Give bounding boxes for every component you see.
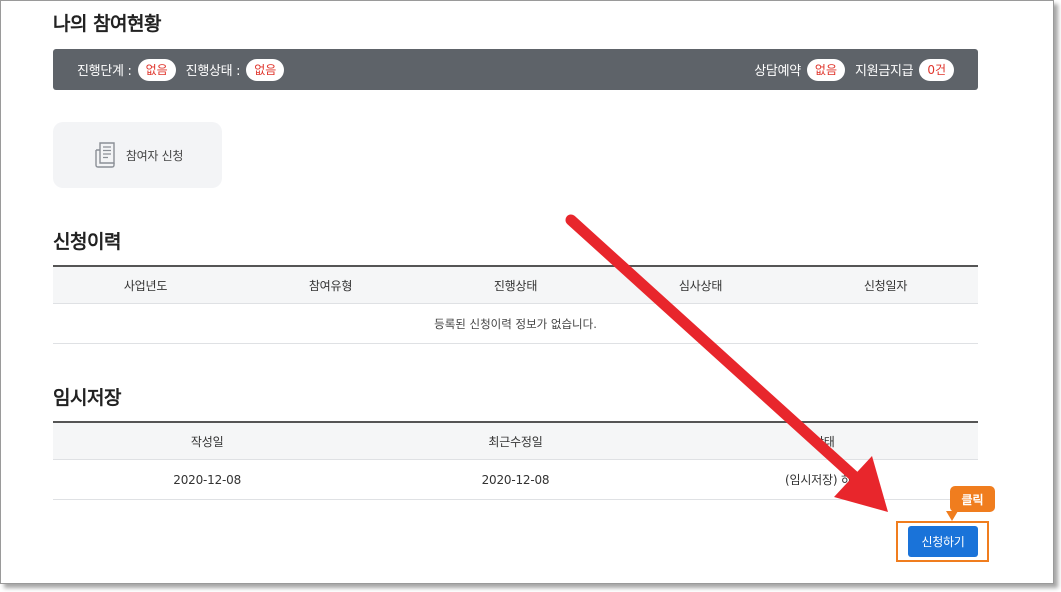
column-header: 참여유형 xyxy=(308,278,353,293)
status-label: 지원금지급 xyxy=(855,64,914,79)
column-header: 작성일 xyxy=(190,434,224,449)
temp-save-title: 임시저장 xyxy=(53,387,121,409)
empty-message: 등록된 신청이력 정보가 없습니다. xyxy=(434,316,597,331)
status-group-right: 상담예약 없음 지원금지급 0건 xyxy=(754,58,954,81)
table-row[interactable]: 2020-12-08 2020-12-08 (임시저장) 하기 xyxy=(53,460,978,500)
status-badge: 없음 xyxy=(246,58,285,81)
click-callout: 클릭 xyxy=(950,486,995,512)
column-header: 최근수정일 xyxy=(488,434,543,449)
status-item-consult: 상담예약 없음 xyxy=(754,58,845,81)
status-group-left: 진행단계 : 없음 진행상태 : 없음 xyxy=(77,58,285,81)
participation-title: 나의 참여현황 xyxy=(53,13,162,35)
table-header-row: 사업년도 참여유형 진행상태 심사상태 신청일자 xyxy=(53,267,978,304)
callout-tail xyxy=(946,511,958,521)
status-item-subsidy: 지원금지급 0건 xyxy=(855,58,954,81)
history-table: 사업년도 참여유형 진행상태 심사상태 신청일자 등록된 신청이력 정보가 없습… xyxy=(53,265,978,344)
table-row: 등록된 신청이력 정보가 없습니다. xyxy=(53,304,978,344)
modified-date: 2020-12-08 xyxy=(481,472,550,487)
temp-save-table: 작성일 최근수정일 상태 2020-12-08 2020-12-08 (임시저장… xyxy=(53,421,978,500)
column-header: 진행상태 xyxy=(493,278,538,293)
participant-apply-card[interactable]: 참여자 신청 xyxy=(53,122,222,188)
history-title: 신청이력 xyxy=(53,231,121,253)
column-header: 심사상태 xyxy=(678,278,723,293)
table-header-row: 작성일 최근수정일 상태 xyxy=(53,423,978,460)
column-header: 사업년도 xyxy=(123,278,168,293)
created-date: 2020-12-08 xyxy=(173,472,242,487)
column-header: 신청일자 xyxy=(863,278,908,293)
status-badge: 없음 xyxy=(137,58,176,81)
status-item-progress: 진행상태 : 없음 xyxy=(185,58,285,81)
status-label: 진행단계 : xyxy=(77,64,132,79)
apply-button[interactable]: 신청하기 xyxy=(908,526,978,557)
column-header: 상태 xyxy=(812,434,835,449)
status-label: 진행상태 : xyxy=(185,64,241,79)
status-label: 상담예약 xyxy=(754,64,801,79)
status-badge: 0건 xyxy=(919,58,954,81)
participation-status-bar: 진행단계 : 없음 진행상태 : 없음 상담예약 없음 지원금지급 0건 xyxy=(53,49,978,90)
status-item-stage: 진행단계 : 없음 xyxy=(77,58,176,81)
status-link[interactable]: (임시저장) 하기 xyxy=(670,471,978,488)
apply-card-label: 참여자 신청 xyxy=(125,148,184,163)
status-badge: 없음 xyxy=(806,58,845,81)
document-icon xyxy=(95,142,115,168)
